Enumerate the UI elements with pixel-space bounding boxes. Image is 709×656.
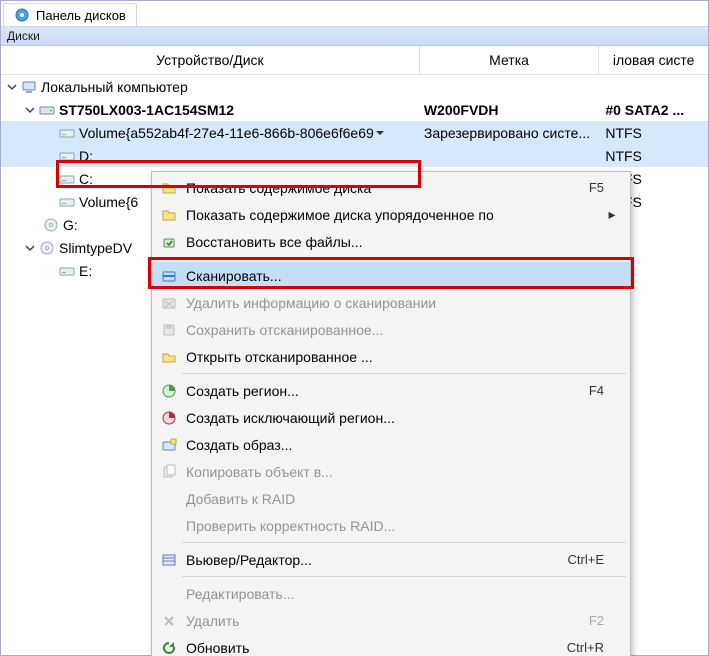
node-label: ST750LX003-1AC154SM12 [59, 102, 234, 118]
ctx-delete-scan: Удалить информацию о сканировании [152, 289, 630, 316]
ctx-show-sorted[interactable]: Показать содержимое диска упорядоченное … [152, 201, 630, 228]
tree-node-volume-guid[interactable]: Volume{a552ab4f-27e4-11e6-866b-806e6f6e6… [1, 121, 708, 144]
excl-region-icon [156, 410, 182, 426]
folder-sort-icon [156, 207, 182, 223]
section-label: Диски [1, 27, 708, 46]
ctx-create-region[interactable]: Создать регион... F4 [152, 377, 630, 404]
chevron-right-icon: ▸ [604, 206, 620, 223]
ctx-delete: Удалить F2 [152, 607, 630, 634]
delete-scan-icon [156, 295, 182, 311]
tabbar: Панель дисков [1, 1, 708, 27]
col-fs[interactable]: іловая систе [599, 46, 708, 74]
menu-separator [182, 258, 626, 259]
drive-icon [59, 194, 75, 210]
chevron-down-icon[interactable] [23, 103, 37, 117]
drive-icon [59, 148, 75, 164]
vol-label: Зарезервировано систе... [420, 125, 599, 141]
delete-icon [156, 613, 182, 629]
tab-drives-panel[interactable]: Панель дисков [3, 3, 137, 26]
ctx-check-raid: Проверить корректность RAID... [152, 512, 630, 539]
app-window: Панель дисков Диски Устройство/Диск Метк… [0, 0, 709, 656]
save-scan-icon [156, 322, 182, 338]
ctx-save-scan: Сохранить отсканированное... [152, 316, 630, 343]
ctx-create-image[interactable]: Создать образ... [152, 431, 630, 458]
ctx-create-excl-region[interactable]: Создать исключающий регион... [152, 404, 630, 431]
menu-separator [182, 373, 626, 374]
col-device[interactable]: Устройство/Диск [1, 46, 420, 74]
ctx-copy-obj: Копировать объект в... [152, 458, 630, 485]
dropdown-marker-icon[interactable] [376, 129, 384, 137]
computer-icon [21, 79, 37, 95]
col-label[interactable]: Метка [420, 46, 600, 74]
ctx-scan[interactable]: Сканировать... [152, 262, 630, 289]
scan-icon [156, 268, 182, 284]
tree-node-physical-disk[interactable]: ST750LX003-1AC154SM12 W200FVDH #0 SATA2 … [1, 98, 708, 121]
tree-node-drive-d[interactable]: D: NTFS [1, 144, 708, 167]
cd-icon [43, 217, 59, 233]
ctx-viewer-editor[interactable]: Вьювер/Редактор... Ctrl+E [152, 546, 630, 573]
hexview-icon [156, 552, 182, 568]
tree-node-localpc[interactable]: Локальный компьютер [1, 75, 708, 98]
drive-icon [59, 171, 75, 187]
node-label: D: [79, 148, 93, 164]
menu-separator [182, 542, 626, 543]
drive-icon [59, 263, 75, 279]
ctx-recover-all[interactable]: Восстановить все файлы... [152, 228, 630, 255]
node-label: Volume{6 [79, 194, 138, 210]
recover-icon [156, 234, 182, 250]
disk-label: W200FVDH [420, 102, 599, 118]
vol-fs: NTFS [599, 125, 708, 141]
chevron-down-icon[interactable] [23, 241, 37, 255]
ctx-edit: Редактировать... [152, 580, 630, 607]
cd-icon [39, 240, 55, 256]
ctx-open-scan[interactable]: Открыть отсканированное ... [152, 343, 630, 370]
menu-separator [182, 576, 626, 577]
tab-label: Панель дисков [36, 8, 126, 23]
create-image-icon [156, 437, 182, 453]
refresh-icon [156, 640, 182, 656]
chevron-down-icon[interactable] [5, 80, 19, 94]
ctx-show-contents[interactable]: Показать содержимое диска F5 [152, 174, 630, 201]
node-label: G: [63, 217, 78, 233]
vol-fs: NTFS [599, 148, 708, 164]
disk-fs: #0 SATA2 ... [599, 102, 708, 118]
section-title: Диски [7, 29, 40, 43]
open-scan-icon [156, 349, 182, 365]
ctx-add-raid: Добавить к RAID [152, 485, 630, 512]
ctx-refresh[interactable]: Обновить Ctrl+R [152, 634, 630, 656]
context-menu: Показать содержимое диска F5 Показать со… [151, 171, 631, 656]
folder-open-icon [156, 180, 182, 196]
node-label: Volume{a552ab4f-27e4-11e6-866b-806e6f6e6… [79, 125, 374, 141]
hdd-icon [39, 102, 55, 118]
node-label: E: [79, 263, 92, 279]
copy-icon [156, 464, 182, 480]
node-label: SlimtypeDV [59, 240, 132, 256]
region-icon [156, 383, 182, 399]
columns-header: Устройство/Диск Метка іловая систе [1, 46, 708, 75]
node-label: C: [79, 171, 93, 187]
drives-panel-icon [14, 7, 30, 23]
node-label: Локальный компьютер [41, 79, 188, 95]
drive-icon [59, 125, 75, 141]
